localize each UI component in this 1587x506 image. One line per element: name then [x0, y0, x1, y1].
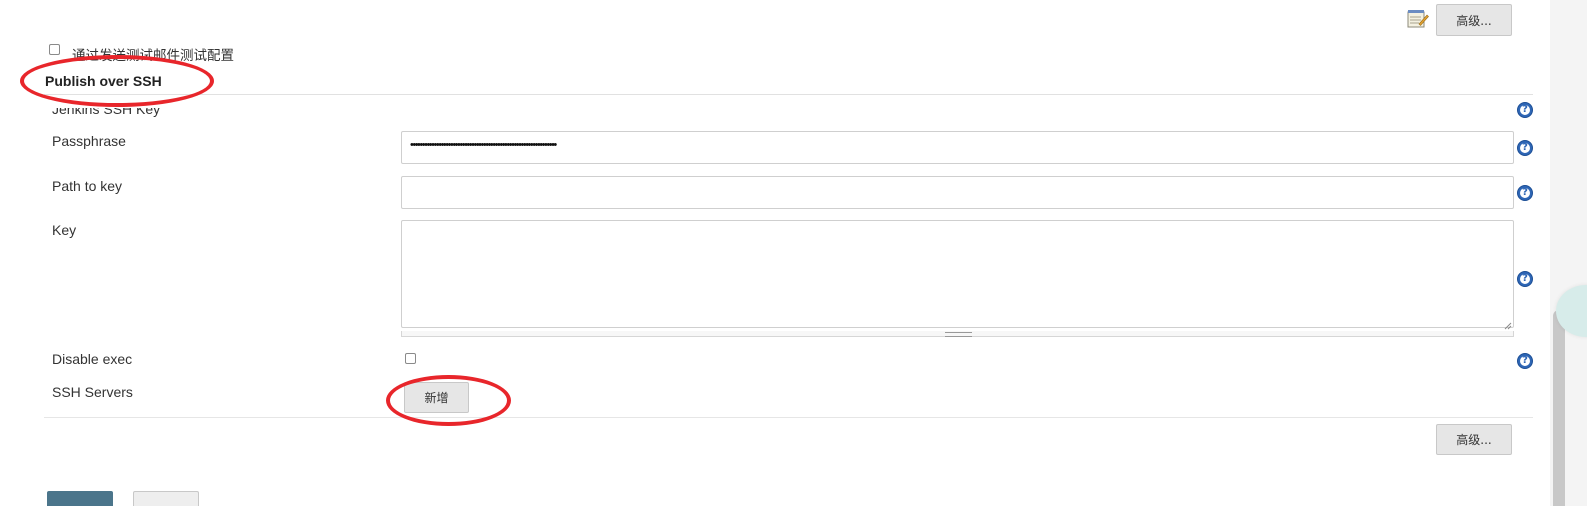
path-to-key-label: Path to key — [52, 178, 123, 194]
help-icon-disable-exec[interactable]: ? — [1517, 353, 1533, 369]
save-button[interactable] — [47, 491, 113, 506]
page-scrollbar-thumb[interactable] — [1553, 310, 1565, 506]
section-divider — [44, 94, 1533, 95]
passphrase-field[interactable]: ••••••••••••••••••••••••••••••••••••••••… — [401, 131, 1514, 164]
notepad-icon — [1407, 9, 1429, 29]
help-icon-passphrase[interactable]: ? — [1517, 140, 1533, 156]
path-to-key-field[interactable] — [401, 176, 1514, 209]
resize-handle-grip — [945, 332, 972, 337]
passphrase-label: Passphrase — [52, 133, 126, 149]
textarea-resize-grip[interactable] — [1503, 317, 1512, 330]
help-icon-key[interactable]: ? — [1517, 271, 1533, 287]
help-icon-path-to-key[interactable]: ? — [1517, 185, 1533, 201]
ssh-servers-label: SSH Servers — [52, 384, 133, 400]
disable-exec-checkbox[interactable] — [405, 353, 416, 364]
key-label: Key — [52, 222, 77, 238]
bottom-divider — [44, 417, 1533, 418]
advanced-button-top[interactable]: 高级... — [1436, 4, 1512, 36]
disable-exec-label: Disable exec — [52, 351, 133, 367]
advanced-button-bottom[interactable]: 高级... — [1436, 424, 1512, 455]
key-textarea[interactable] — [401, 220, 1514, 330]
annotation-ellipse-add-button — [386, 375, 511, 426]
annotation-ellipse-section — [20, 55, 214, 107]
textarea-resize-handle[interactable] — [401, 331, 1514, 337]
help-icon-jenkins-ssh-key[interactable]: ? — [1517, 102, 1533, 118]
apply-button[interactable] — [133, 491, 199, 506]
test-email-checkbox[interactable] — [49, 44, 60, 55]
passphrase-value: ••••••••••••••••••••••••••••••••••••••••… — [410, 139, 557, 151]
